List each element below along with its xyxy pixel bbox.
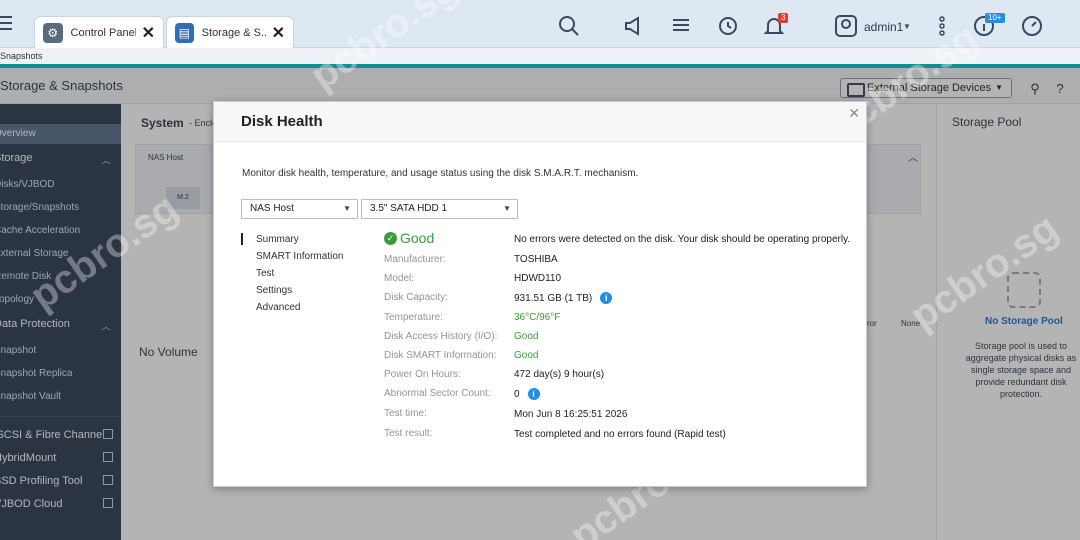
- health-status: ✓ Good: [384, 230, 434, 246]
- user-name[interactable]: admin1: [864, 20, 903, 34]
- smart-info-value[interactable]: Good: [514, 350, 538, 361]
- temperature-label: Temperature:: [384, 312, 443, 323]
- smart-info-label: Disk SMART Information:: [384, 350, 497, 361]
- tab-storage-snapshots[interactable]: ▤ Storage & S... ✕: [166, 16, 294, 48]
- user-icon[interactable]: [834, 14, 858, 38]
- manufacturer-value: TOSHIBA: [514, 254, 558, 265]
- value-text: TOSHIBA: [514, 254, 558, 265]
- abnormal-sector-label: Abnormal Sector Count:: [384, 388, 491, 399]
- test-result-value: Test completed and no errors found (Rapi…: [514, 429, 726, 440]
- model-value: HDWD110: [514, 273, 561, 284]
- value-text: Good: [514, 350, 539, 361]
- menu-icon[interactable]: [0, 16, 12, 30]
- tab-label: Control Panel: [70, 26, 136, 39]
- window-subtitle: Snapshots: [0, 48, 1080, 64]
- test-time-label: Test time:: [384, 408, 427, 419]
- update-badge: 10+: [985, 13, 1005, 23]
- test-result-label: Test result:: [384, 428, 433, 439]
- chevron-down-icon: ▼: [503, 204, 511, 213]
- taskbar: ⚙ Control Panel ✕ ▤ Storage & S... ✕ 3 a…: [0, 0, 1080, 48]
- check-circle-icon: ✓: [384, 231, 397, 245]
- nav-advanced[interactable]: Advanced: [256, 302, 300, 313]
- test-time-value: Mon Jun 8 16:25:51 2026: [514, 409, 627, 420]
- close-icon[interactable]: ✕: [266, 23, 285, 43]
- info-icon[interactable]: i: [600, 292, 613, 304]
- task-icon[interactable]: [669, 14, 693, 38]
- nav-selection-indicator: [241, 233, 243, 245]
- model-label: Model:: [384, 273, 415, 284]
- health-status-text: Good: [400, 230, 435, 246]
- nav-test[interactable]: Test: [256, 268, 274, 279]
- info-icon[interactable]: i: [527, 388, 540, 400]
- search-icon[interactable]: [557, 14, 581, 38]
- capacity-value: 931.51 GB (1 TB) i: [514, 292, 613, 304]
- value-text: Test completed and no errors found (Rapi…: [514, 429, 726, 440]
- dialog-description: Monitor disk health, temperature, and us…: [242, 168, 639, 179]
- close-icon[interactable]: ✕: [848, 105, 860, 122]
- value-text: 0: [514, 388, 520, 400]
- notification-badge: 3: [778, 13, 789, 23]
- value-text: 472 day(s) 9 hour(s): [514, 369, 605, 380]
- health-status-message: No errors were detected on the disk. You…: [514, 234, 851, 245]
- gear-icon: ⚙: [43, 22, 63, 43]
- dialog-title: Disk Health: [241, 113, 323, 130]
- value-text: Mon Jun 8 16:25:51 2026: [514, 409, 628, 420]
- host-select[interactable]: NAS Host ▼: [241, 199, 358, 219]
- megaphone-icon[interactable]: [622, 14, 646, 38]
- manufacturer-label: Manufacturer:: [384, 254, 446, 265]
- tab-control-panel[interactable]: ⚙ Control Panel ✕: [34, 16, 164, 48]
- disk-select[interactable]: 3.5" SATA HDD 1 ▼: [361, 199, 518, 219]
- nav-smart-information[interactable]: SMART Information: [256, 251, 343, 262]
- storage-icon: ▤: [175, 22, 194, 43]
- access-history-label: Disk Access History (I/O):: [384, 331, 498, 342]
- value-text: Good: [514, 331, 539, 342]
- close-icon[interactable]: ✕: [136, 23, 155, 43]
- power-on-hours-value: 472 day(s) 9 hour(s): [514, 369, 604, 380]
- value-text: 931.51 GB (1 TB): [514, 292, 593, 304]
- value-text: HDWD110: [514, 273, 562, 284]
- chevron-down-icon: ▼: [343, 204, 351, 213]
- dialog-header: Disk Health ✕: [214, 102, 866, 142]
- temperature-value: 36°C/96°F: [514, 312, 560, 323]
- disk-select-value: 3.5" SATA HDD 1: [370, 203, 448, 214]
- tab-label: Storage & S...: [201, 26, 266, 39]
- capacity-label: Disk Capacity:: [384, 292, 448, 303]
- disk-health-dialog: Disk Health ✕ Monitor disk health, tempe…: [213, 101, 867, 487]
- sync-icon[interactable]: [716, 14, 740, 38]
- host-select-value: NAS Host: [250, 203, 294, 214]
- power-on-hours-label: Power On Hours:: [384, 369, 461, 380]
- nav-summary[interactable]: Summary: [256, 234, 299, 245]
- abnormal-sector-value: 0i: [514, 388, 540, 400]
- chevron-down-icon[interactable]: ▼: [903, 22, 911, 31]
- value-text: 36°C/96°F: [514, 312, 561, 323]
- dashboard-icon[interactable]: [1020, 14, 1044, 38]
- more-options-icon[interactable]: [930, 14, 954, 38]
- nav-settings[interactable]: Settings: [256, 285, 292, 296]
- access-history-value[interactable]: Good: [514, 331, 538, 342]
